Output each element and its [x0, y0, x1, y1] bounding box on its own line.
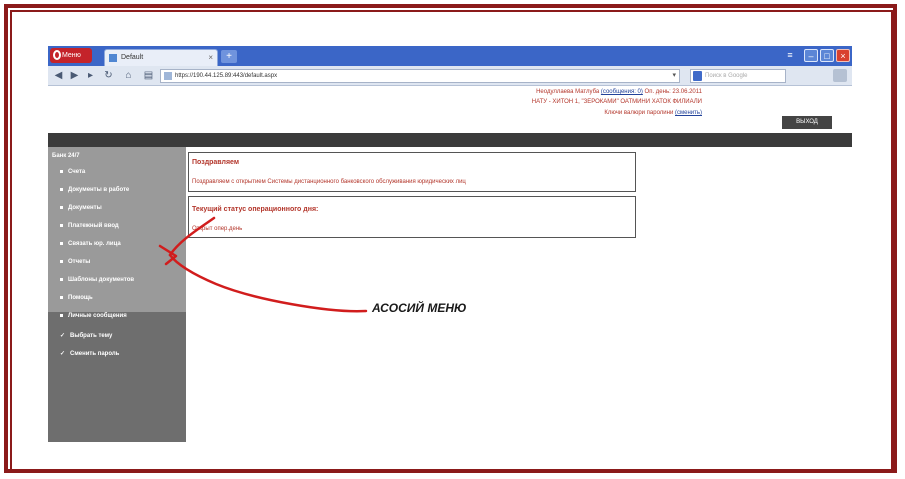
annotation-arrow — [158, 216, 368, 313]
annotation-label: АСОСИЙ МЕНЮ — [372, 301, 467, 315]
